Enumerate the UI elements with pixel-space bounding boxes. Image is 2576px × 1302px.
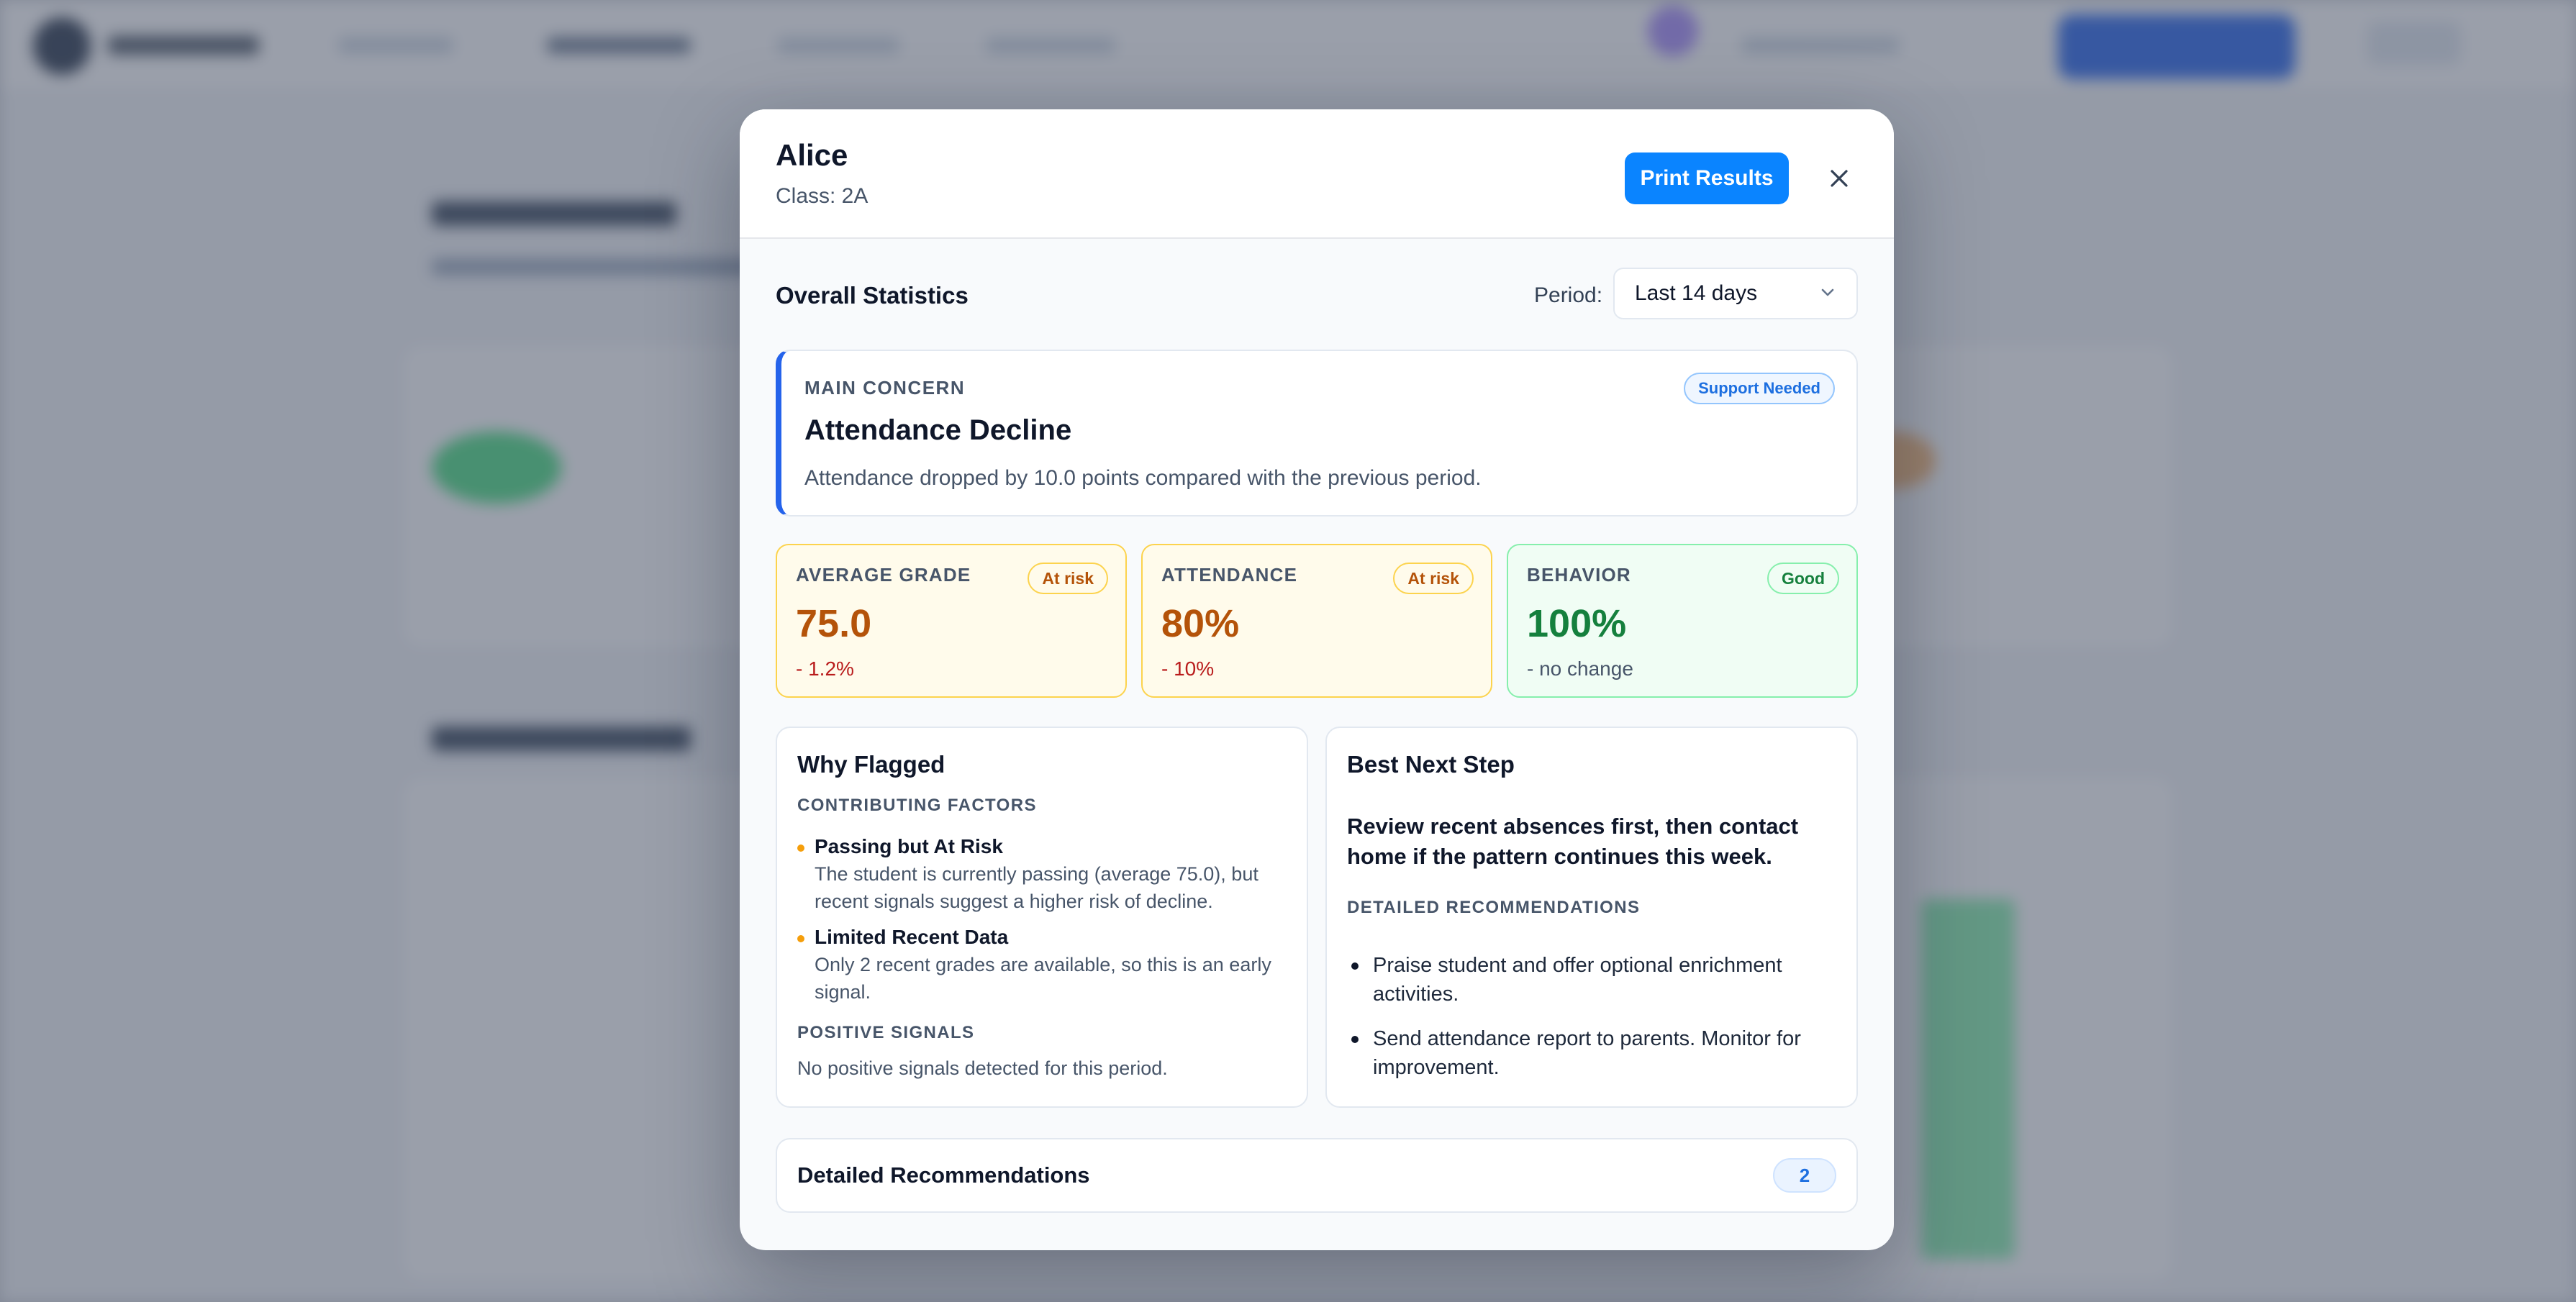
bullet-icon (797, 935, 804, 942)
chevron-down-icon (1819, 283, 1836, 304)
recommendations-list: Praise student and offer optional enrich… (1347, 951, 1836, 1098)
next-step-text: Review recent absences first, then conta… (1347, 811, 1836, 872)
student-name: Alice (776, 138, 848, 172)
count-badge: 2 (1773, 1158, 1836, 1193)
list-item: Send attendance report to parents. Monit… (1347, 1024, 1836, 1082)
bullet-icon (797, 845, 804, 852)
why-flagged-panel: Why Flagged CONTRIBUTING FACTORS Passing… (776, 727, 1308, 1108)
metric-change: - 1.2% (796, 657, 854, 680)
print-results-button[interactable]: Print Results (1625, 152, 1789, 204)
status-badge: Good (1767, 563, 1839, 594)
factor-text-line: recent signals suggest a higher risk of … (815, 891, 1213, 912)
best-next-step-title: Best Next Step (1347, 751, 1515, 778)
best-next-step-panel: Best Next Step Review recent absences fi… (1325, 727, 1858, 1108)
positive-signals-label: POSITIVE SIGNALS (797, 1023, 975, 1042)
list-item: Praise student and offer optional enrich… (1347, 951, 1836, 1009)
metric-value: 100% (1527, 602, 1627, 645)
contributing-factor: Limited Recent Data Only 2 recent grades… (797, 924, 1287, 1006)
recommendation-line: activities. (1373, 983, 1459, 1006)
recommendation-line: improvement. (1373, 1056, 1500, 1079)
why-flagged-title: Why Flagged (797, 751, 945, 778)
contributing-factor: Passing but At Risk The student is curre… (797, 833, 1287, 915)
period-select[interactable]: Last 14 days (1613, 268, 1858, 319)
student-class: Class: 2A (776, 184, 869, 208)
main-concern-title: Attendance Decline (804, 414, 1072, 446)
main-concern-label: MAIN CONCERN (804, 377, 966, 399)
main-concern-text: Attendance dropped by 10.0 points compar… (804, 466, 1482, 490)
recommendation-line: Praise student and offer optional enrich… (1373, 954, 1782, 977)
next-step-line: Review recent absences first, then conta… (1347, 814, 1799, 839)
metric-label: ATTENDANCE (1161, 564, 1298, 586)
metric-value: 75.0 (796, 602, 872, 645)
main-concern-card: MAIN CONCERN Support Needed Attendance D… (776, 350, 1858, 516)
factor-text-line: Only 2 recent grades are available, so t… (815, 954, 1271, 975)
metric-change: - no change (1527, 657, 1633, 680)
next-step-line: home if the pattern continues this week. (1347, 844, 1772, 869)
positive-signals-text: No positive signals detected for this pe… (797, 1057, 1168, 1079)
factor-title: Limited Recent Data (815, 926, 1009, 948)
metric-label: AVERAGE GRADE (796, 564, 971, 586)
metric-change: - 10% (1161, 657, 1215, 680)
modal-header: Alice Class: 2A Print Results (740, 109, 1894, 239)
metric-card-attendance: ATTENDANCE At risk 80% - 10% (1141, 544, 1492, 698)
student-detail-modal: Alice Class: 2A Print Results Overall St… (740, 109, 1894, 1250)
detailed-recommendations-label: DETAILED RECOMMENDATIONS (1347, 898, 1641, 917)
factor-text-line: signal. (815, 981, 871, 1003)
accordion-title: Detailed Recommendations (797, 1162, 1090, 1188)
period-label: Period: (1534, 283, 1603, 307)
metric-card-average-grade: AVERAGE GRADE At risk 75.0 - 1.2% (776, 544, 1127, 698)
metric-value: 80% (1161, 602, 1240, 645)
status-badge: At risk (1028, 563, 1108, 594)
support-needed-badge: Support Needed (1684, 373, 1835, 404)
detailed-recommendations-accordion[interactable]: Detailed Recommendations 2 (776, 1138, 1858, 1213)
period-select-value: Last 14 days (1635, 281, 1758, 305)
overall-statistics-title: Overall Statistics (776, 282, 969, 309)
close-icon[interactable] (1820, 160, 1858, 197)
recommendation-line: Send attendance report to parents. Monit… (1373, 1027, 1801, 1050)
metric-card-behavior: BEHAVIOR Good 100% - no change (1507, 544, 1858, 698)
contributing-factors-label: CONTRIBUTING FACTORS (797, 796, 1037, 815)
status-badge: At risk (1393, 563, 1474, 594)
factor-title: Passing but At Risk (815, 835, 1003, 857)
factor-text-line: The student is currently passing (averag… (815, 863, 1258, 885)
metric-label: BEHAVIOR (1527, 564, 1631, 586)
